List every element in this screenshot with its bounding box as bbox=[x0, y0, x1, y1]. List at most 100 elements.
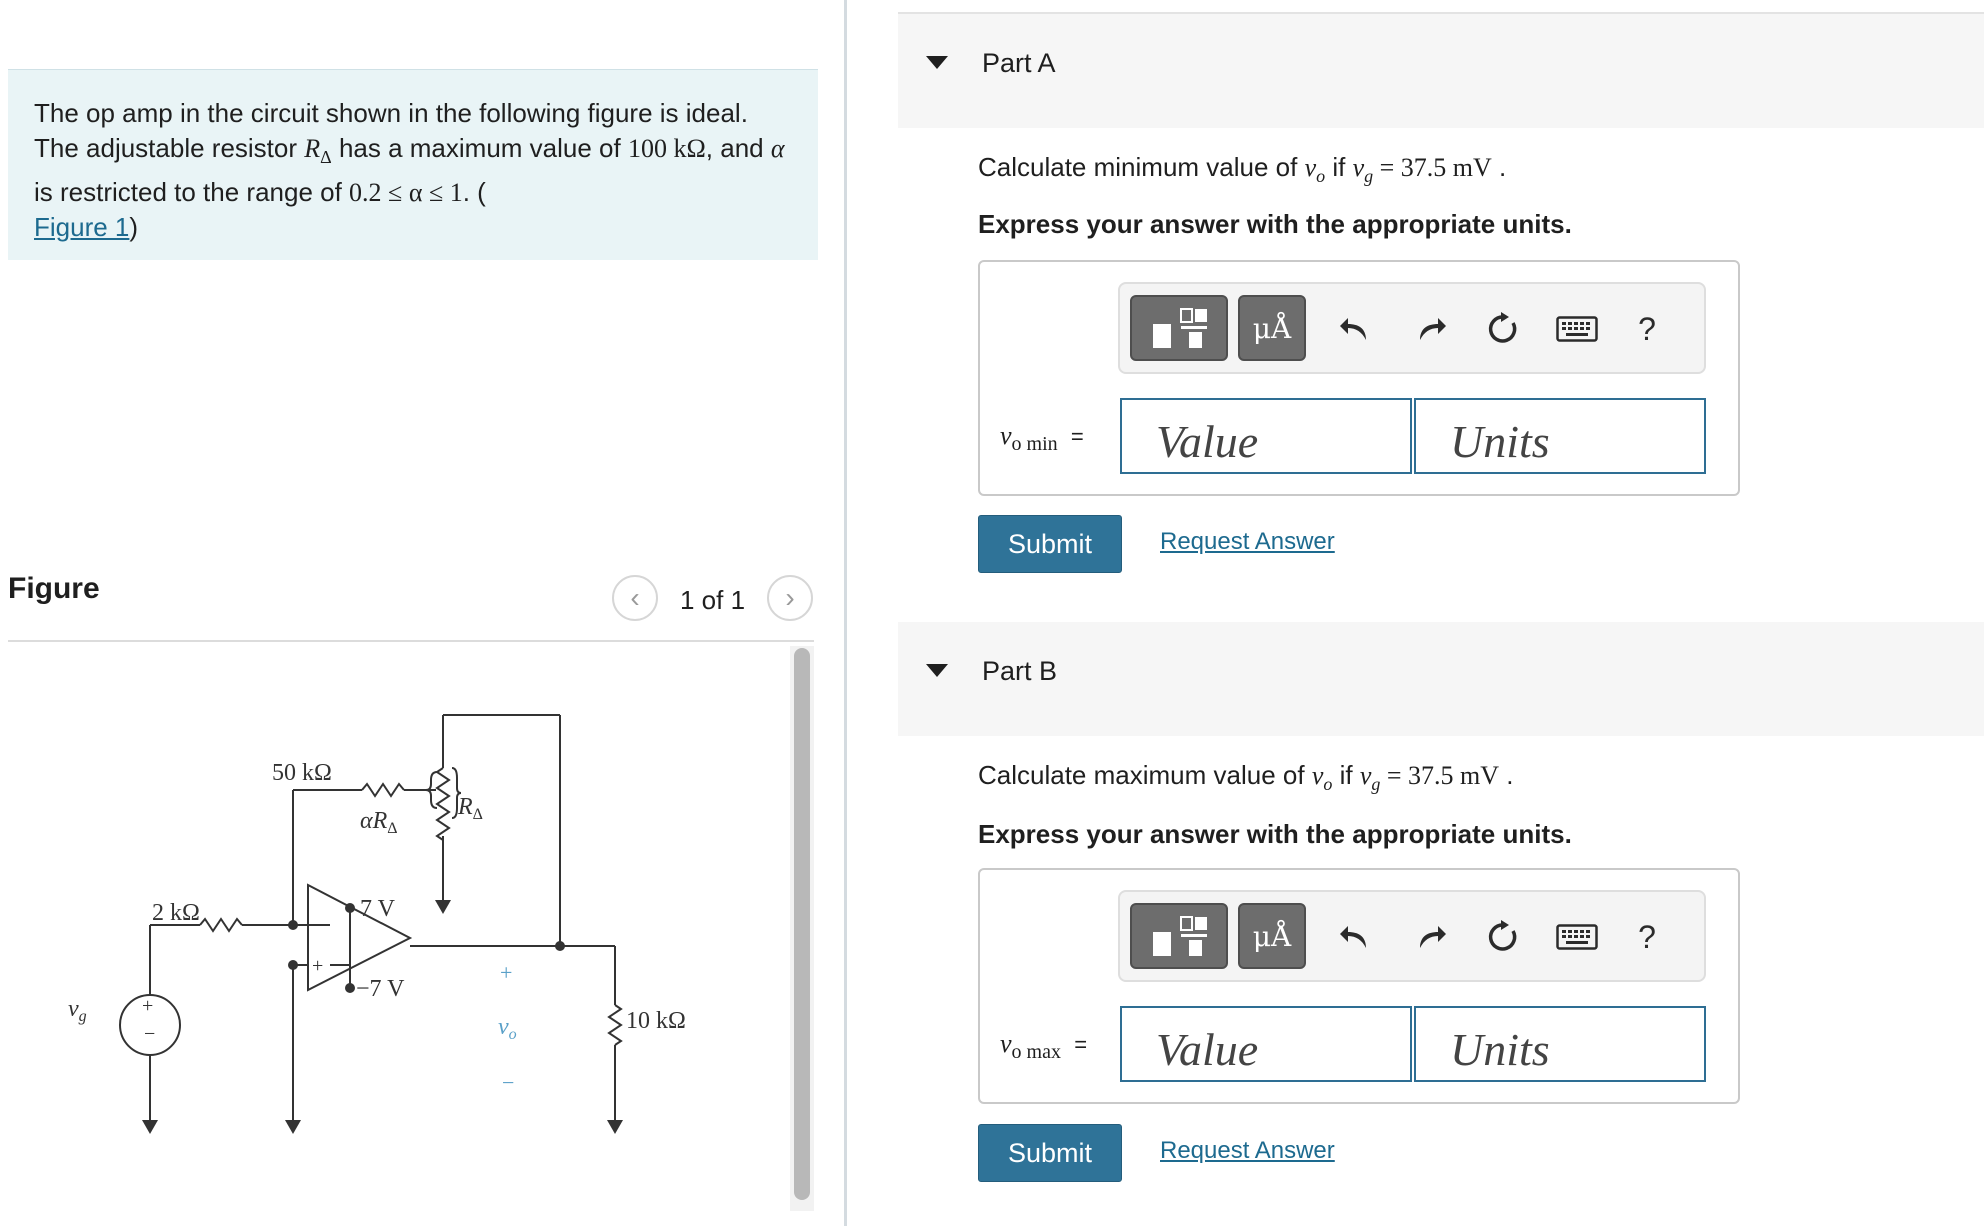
help-button[interactable]: ? bbox=[1620, 302, 1674, 356]
equals-sign: = bbox=[1070, 424, 1084, 449]
chevron-right-icon: › bbox=[785, 582, 795, 613]
templates-button[interactable] bbox=[1130, 295, 1228, 361]
question-text: if bbox=[1332, 760, 1360, 790]
math-toolbar: μÅ ? bbox=[1118, 282, 1706, 374]
max-value: 100 kΩ bbox=[627, 134, 706, 163]
svg-text:+: + bbox=[500, 960, 512, 985]
part-b-answer-box: μÅ ? vo max = bbox=[978, 868, 1740, 1104]
svg-text:αRΔ: αRΔ bbox=[360, 808, 398, 837]
pane-divider[interactable] bbox=[844, 0, 847, 1226]
units-input[interactable] bbox=[1414, 1006, 1706, 1082]
value-input[interactable] bbox=[1120, 1006, 1412, 1082]
figure-scrollbar-thumb[interactable] bbox=[794, 648, 810, 1200]
request-answer-link[interactable]: Request Answer bbox=[1160, 528, 1335, 556]
r-symbol: R bbox=[304, 134, 321, 163]
redo-icon[interactable] bbox=[1404, 302, 1458, 356]
svg-text:−: − bbox=[502, 1070, 514, 1095]
vg-value: = 37.5 mV bbox=[1373, 153, 1492, 182]
vg-symbol: v bbox=[1352, 153, 1365, 182]
undo-icon[interactable] bbox=[1328, 910, 1382, 964]
units-input[interactable] bbox=[1414, 398, 1706, 474]
problem-text: , and bbox=[705, 133, 771, 163]
problem-statement: The op amp in the circuit shown in the f… bbox=[8, 69, 818, 260]
svg-text:RΔ: RΔ bbox=[457, 794, 483, 823]
value-input[interactable] bbox=[1120, 398, 1412, 474]
question-text: Calculate minimum value of bbox=[978, 152, 1305, 182]
answer-variable-label: vo max = bbox=[1000, 1028, 1087, 1064]
collapse-triangle-icon[interactable] bbox=[926, 56, 948, 69]
keyboard-icon[interactable] bbox=[1550, 910, 1604, 964]
submit-button[interactable]: Submit bbox=[978, 1124, 1122, 1182]
svg-text:−: − bbox=[312, 915, 323, 937]
alpha-range: 0.2 ≤ α ≤ 1 bbox=[349, 178, 463, 208]
potentiometer bbox=[435, 767, 451, 841]
problem-text: has a maximum value of bbox=[331, 133, 628, 163]
templates-button[interactable] bbox=[1130, 903, 1228, 969]
units-button[interactable]: μÅ bbox=[1238, 903, 1306, 969]
vo-symbol: v bbox=[1311, 761, 1324, 790]
question-text: . bbox=[1499, 760, 1514, 790]
figure-divider bbox=[8, 640, 814, 642]
svg-text:+: + bbox=[312, 955, 323, 977]
part-a-question: Calculate minimum value of vo if vg = 37… bbox=[978, 152, 1506, 187]
problem-text: ) bbox=[129, 212, 139, 243]
previous-figure-button[interactable]: ‹ bbox=[612, 575, 658, 621]
svg-text:vg: vg bbox=[68, 996, 87, 1025]
next-figure-button[interactable]: › bbox=[767, 575, 813, 621]
submit-button[interactable]: Submit bbox=[978, 515, 1122, 573]
math-toolbar: μÅ ? bbox=[1118, 890, 1706, 982]
part-title: Part A bbox=[982, 48, 1056, 78]
vg-symbol: v bbox=[1359, 761, 1372, 790]
equals-sign: = bbox=[1074, 1032, 1088, 1057]
svg-text:10 kΩ: 10 kΩ bbox=[626, 1008, 686, 1034]
svg-text:7 V: 7 V bbox=[360, 896, 396, 922]
var-symbol: v bbox=[1000, 421, 1012, 450]
alpha-symbol: α bbox=[770, 134, 785, 163]
part-b-question: Calculate maximum value of vo if vg = 37… bbox=[978, 760, 1513, 795]
vo-subscript: o bbox=[1316, 166, 1326, 187]
figure-heading: Figure bbox=[8, 572, 100, 605]
reset-icon[interactable] bbox=[1476, 910, 1530, 964]
var-subscript: o max bbox=[1011, 1041, 1061, 1064]
part-a-instructions: Express your answer with the appropriate… bbox=[978, 209, 1572, 239]
svg-text:−: − bbox=[144, 1023, 155, 1045]
svg-text:vo: vo bbox=[498, 1014, 517, 1043]
problem-text: . ( bbox=[462, 177, 486, 208]
templates-icon bbox=[1153, 916, 1207, 956]
svg-text:−7 V: −7 V bbox=[356, 976, 405, 1002]
svg-text:50 kΩ: 50 kΩ bbox=[272, 760, 332, 786]
redo-icon[interactable] bbox=[1404, 910, 1458, 964]
r-subscript: Δ bbox=[320, 147, 332, 168]
part-title: Part B bbox=[982, 656, 1058, 686]
resistor-2k bbox=[199, 917, 243, 933]
question-text: . bbox=[1491, 152, 1507, 182]
vg-subscript: g bbox=[1371, 774, 1381, 795]
vg-subscript: g bbox=[1364, 166, 1374, 187]
vo-subscript: o bbox=[1323, 774, 1333, 795]
figure-link[interactable]: Figure 1 bbox=[34, 212, 129, 242]
problem-text: is restricted to the range of bbox=[34, 177, 350, 208]
undo-icon[interactable] bbox=[1328, 302, 1382, 356]
part-a-header[interactable]: Part A bbox=[898, 14, 1984, 128]
svg-text:+: + bbox=[142, 995, 153, 1017]
reset-icon[interactable] bbox=[1476, 302, 1530, 356]
vg-value: = 37.5 mV bbox=[1380, 761, 1500, 790]
question-text: Calculate maximum value of bbox=[978, 760, 1312, 790]
vo-symbol: v bbox=[1304, 153, 1317, 182]
collapse-triangle-icon[interactable] bbox=[926, 664, 948, 677]
left-pane: The op amp in the circuit shown in the f… bbox=[0, 0, 844, 1226]
var-subscript: o min bbox=[1011, 433, 1058, 456]
request-answer-link[interactable]: Request Answer bbox=[1160, 1137, 1335, 1165]
resistor-50k bbox=[361, 782, 405, 798]
part-b-instructions: Express your answer with the appropriate… bbox=[978, 819, 1572, 849]
help-button[interactable]: ? bbox=[1620, 910, 1674, 964]
keyboard-icon[interactable] bbox=[1550, 302, 1604, 356]
load-resistor bbox=[607, 1004, 623, 1046]
units-button[interactable]: μÅ bbox=[1238, 295, 1306, 361]
figure-page-count: 1 of 1 bbox=[680, 585, 746, 615]
chevron-left-icon: ‹ bbox=[630, 582, 640, 613]
var-symbol: v bbox=[1000, 1029, 1012, 1058]
part-b-header[interactable]: Part B bbox=[898, 622, 1984, 736]
circuit-diagram: 2 kΩ 50 kΩ αRΔ RΔ 7 V −7 V vg vo 10 kΩ +… bbox=[68, 714, 686, 1134]
part-a-answer-box: μÅ ? vo min = bbox=[978, 260, 1740, 496]
